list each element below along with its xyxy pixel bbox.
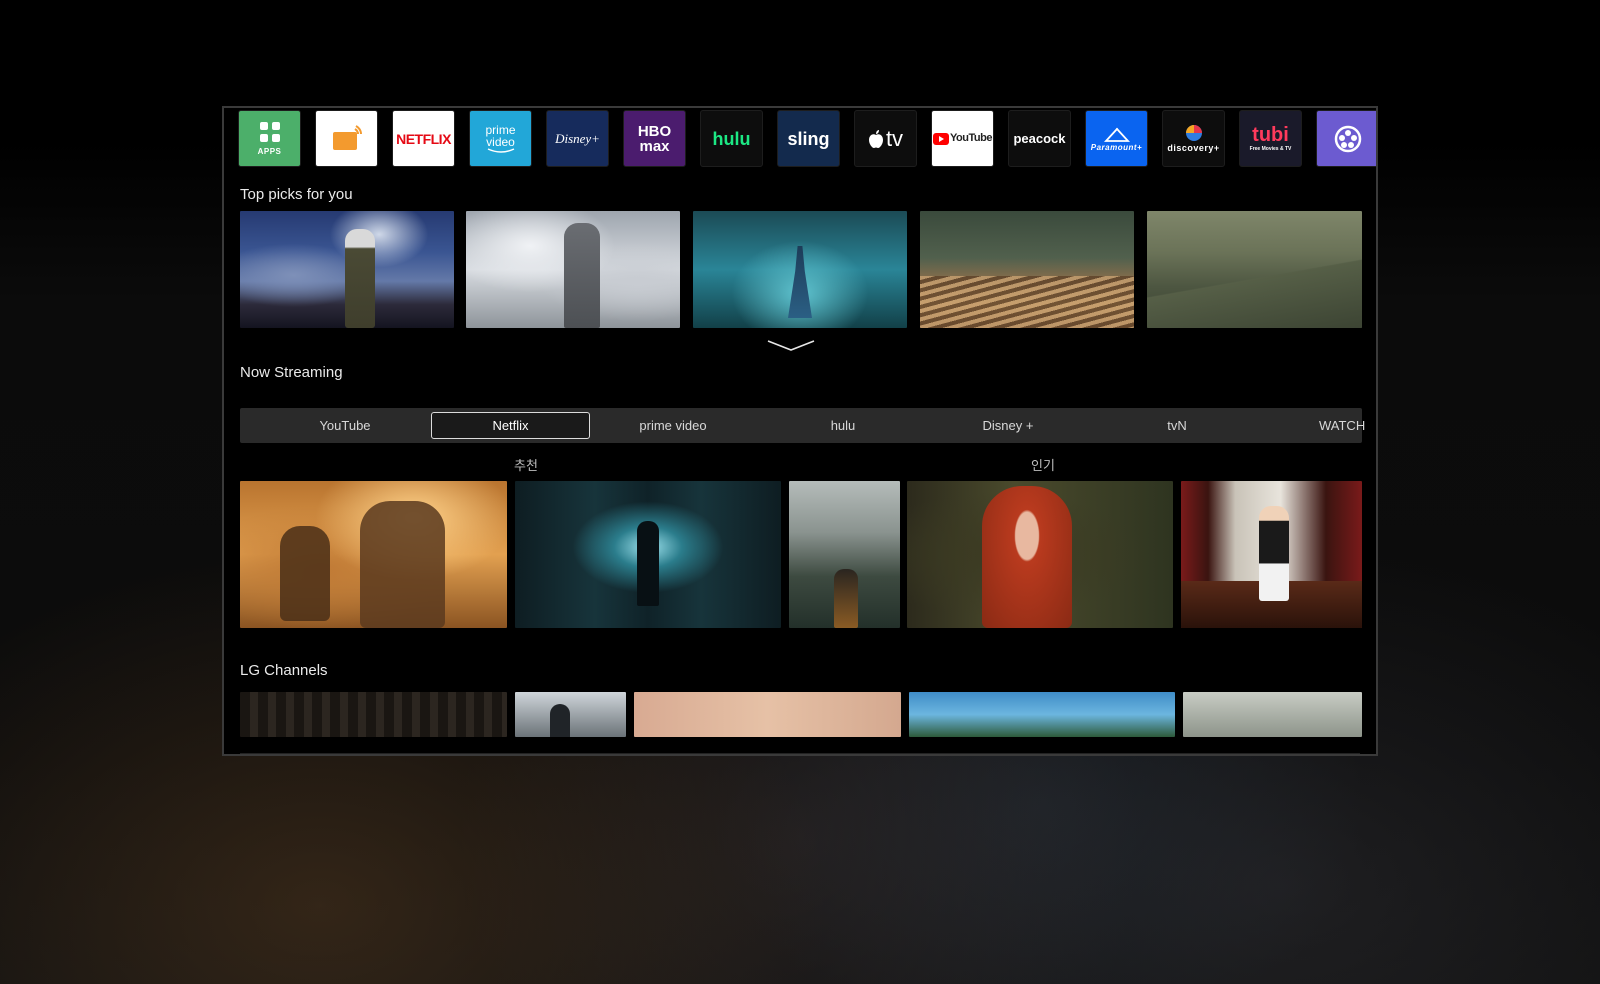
tab-youtube[interactable]: YouTube [285, 408, 405, 443]
desert-figure-right [360, 501, 445, 628]
sling-app[interactable]: sling [777, 110, 840, 167]
tv-frame: APPS NETFLIX prime video Disney+ HBO max… [222, 106, 1378, 756]
tab-watcha[interactable]: WATCH [1319, 408, 1376, 443]
discovery-globe-icon [1185, 125, 1202, 141]
category-popular: 인기 [1031, 458, 1055, 473]
hbo-max-app[interactable]: HBO max [623, 110, 686, 167]
top-picks-title: Top picks for you [240, 186, 353, 203]
hulu-app[interactable]: hulu [700, 110, 763, 167]
forest-child-figure [834, 569, 858, 628]
peacock-logo: peacock [1013, 131, 1066, 146]
hooded-figure [550, 704, 570, 737]
lg-channel-tile-1[interactable] [240, 692, 507, 737]
discovery-plus-app[interactable]: discovery+ [1162, 110, 1225, 167]
desert-figure-left [280, 526, 330, 621]
prime-video-logo: prime video [485, 122, 516, 149]
streaming-tile-5[interactable] [1181, 481, 1362, 628]
apps-grid-icon [259, 122, 280, 142]
discovery-plus-logo: discovery+ [1167, 143, 1220, 153]
girl-figure [1259, 506, 1289, 601]
streaming-tile-1[interactable] [240, 481, 507, 628]
disney-plus-app[interactable]: Disney+ [546, 110, 609, 167]
apple-tv-app[interactable]: tv [854, 110, 917, 167]
peacock-app[interactable]: peacock [1008, 110, 1071, 167]
paramount-plus-logo: Paramount+ [1090, 142, 1143, 152]
film-reel-icon [1334, 125, 1361, 152]
paramount-plus-app[interactable]: Paramount+ [1085, 110, 1148, 167]
smile-arrow-icon [487, 147, 514, 153]
apps-label: APPS [257, 147, 282, 156]
lg-channel-tile-5[interactable] [1183, 692, 1362, 737]
category-recommended: 추천 [514, 458, 538, 473]
bottom-divider [240, 753, 1360, 754]
lg-channel-tile-4[interactable] [909, 692, 1175, 737]
tab-prime-video[interactable]: prime video [613, 408, 733, 443]
hulu-logo: hulu [712, 128, 751, 149]
misty-hills [1147, 251, 1362, 328]
streaming-tile-2[interactable] [515, 481, 781, 628]
now-streaming-title: Now Streaming [240, 364, 343, 381]
apple-icon [868, 129, 883, 148]
prime-video-app[interactable]: prime video [469, 110, 532, 167]
apps-button[interactable]: APPS [238, 110, 301, 167]
streaming-tile-3[interactable] [789, 481, 900, 628]
tab-disney-plus[interactable]: Disney + [948, 408, 1068, 443]
streaming-service-tabs: YouTube Netflix prime video hulu Disney … [240, 408, 1365, 443]
youtube-play-icon [933, 132, 950, 145]
tubi-tagline: Free Movies & TV [1249, 146, 1292, 152]
tubi-logo: tubi [1252, 124, 1289, 146]
tv-screen: APPS NETFLIX prime video Disney+ HBO max… [224, 108, 1376, 754]
netflix-app[interactable]: NETFLIX [392, 110, 455, 167]
top-pick-tile-3[interactable] [693, 211, 907, 328]
app-launcher-row: APPS NETFLIX prime video Disney+ HBO max… [238, 110, 1376, 167]
tab-tvn[interactable]: tvN [1117, 408, 1237, 443]
apple-tv-label: tv [885, 125, 904, 151]
woman-in-gown-figure [788, 246, 812, 318]
live-channels-icon [332, 124, 362, 150]
streaming-tile-4[interactable] [907, 481, 1173, 628]
top-pick-tile-2[interactable] [466, 211, 680, 328]
astronaut-figure [345, 229, 375, 328]
netflix-logo: NETFLIX [396, 130, 451, 147]
lg-channel-tile-3[interactable] [634, 692, 901, 737]
disney-plus-logo: Disney+ [555, 131, 600, 146]
maze-pattern [920, 276, 1134, 328]
youtube-app[interactable]: YouTube [931, 110, 994, 167]
top-pick-tile-1[interactable] [240, 211, 454, 328]
sling-logo: sling [787, 128, 830, 149]
tab-hulu[interactable]: hulu [783, 408, 903, 443]
top-pick-tile-5[interactable] [1147, 211, 1362, 328]
paramount-mountain-icon [1103, 127, 1130, 142]
live-channels-app[interactable] [315, 110, 378, 167]
stone-knight-statue [564, 223, 600, 328]
chevron-down-icon[interactable] [766, 338, 816, 354]
hbo-max-logo: HBO max [637, 122, 672, 155]
tubi-app[interactable]: tubi Free Movies & TV [1239, 110, 1302, 167]
corridor-figure [637, 521, 659, 606]
lg-channels-app[interactable] [1316, 110, 1376, 167]
lg-channel-tile-2[interactable] [515, 692, 626, 737]
tab-netflix[interactable]: Netflix [431, 412, 590, 439]
lg-channels-title: LG Channels [240, 662, 328, 679]
youtube-logo: YouTube [950, 132, 992, 144]
red-hood-figure [982, 486, 1072, 628]
top-pick-tile-4[interactable] [920, 211, 1134, 328]
